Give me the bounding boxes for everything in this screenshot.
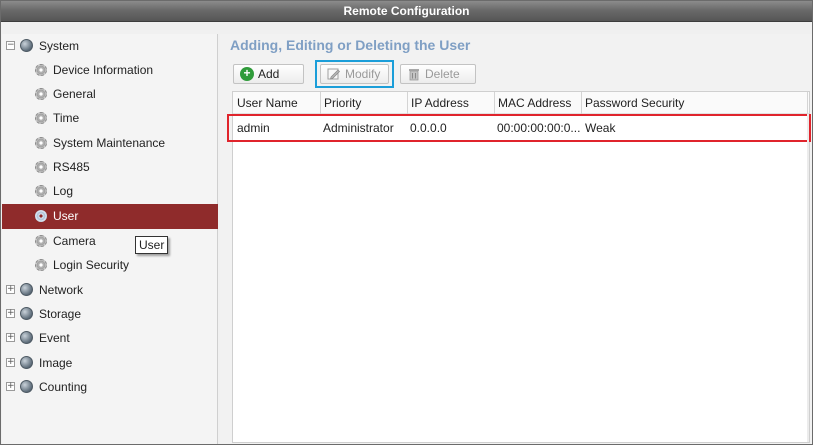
tree-item-storage[interactable]: + Storage xyxy=(2,303,218,325)
gear-icon xyxy=(35,88,47,100)
tree-item-log[interactable]: Log xyxy=(2,180,218,202)
gear-icon xyxy=(35,64,47,76)
tree-item-login-security[interactable]: Login Security xyxy=(2,254,218,276)
table-header: User Name Priority IP Address MAC Addres… xyxy=(233,92,809,114)
tree-item-label: Storage xyxy=(39,307,82,321)
table-row[interactable]: admin Administrator 0.0.0.0 00:00:00:00:… xyxy=(233,117,809,139)
tree-item-rs485[interactable]: RS485 xyxy=(2,156,218,178)
globe-icon xyxy=(20,283,33,296)
user-tooltip: User xyxy=(135,236,169,254)
tree-item-system[interactable]: − System xyxy=(2,35,218,57)
tree-item-label: User xyxy=(53,209,79,223)
tree-item-label: Camera xyxy=(53,234,96,248)
tree-item-user[interactable]: User xyxy=(2,204,218,229)
collapse-icon[interactable]: − xyxy=(6,41,15,50)
tree-item-label: RS485 xyxy=(53,160,90,174)
tree-item-event[interactable]: + Event xyxy=(2,327,218,349)
page-title: Adding, Editing or Deleting the User xyxy=(230,37,471,53)
tree-item-label: Device Information xyxy=(53,63,154,77)
tree-item-counting[interactable]: + Counting xyxy=(2,376,218,398)
cell-user-name: admin xyxy=(237,121,270,135)
delete-button-label: Delete xyxy=(425,67,460,81)
tree-item-label: Time xyxy=(53,111,80,125)
tree-item-label: Image xyxy=(39,356,73,370)
expand-icon[interactable]: + xyxy=(6,382,15,391)
gear-icon xyxy=(35,112,47,124)
config-sidebar: − System Device Information General Time… xyxy=(2,34,218,444)
tree-item-camera[interactable]: Camera xyxy=(2,230,218,252)
tree-item-label: System xyxy=(39,39,80,53)
globe-icon xyxy=(20,356,33,369)
expand-icon[interactable]: + xyxy=(6,309,15,318)
delete-button[interactable]: Delete xyxy=(400,64,476,84)
globe-icon xyxy=(20,39,33,52)
globe-icon xyxy=(20,307,33,320)
table-scrollbar-track[interactable] xyxy=(807,114,809,442)
tree-item-image[interactable]: + Image xyxy=(2,352,218,374)
user-table: User Name Priority IP Address MAC Addres… xyxy=(227,91,811,443)
cell-priority: Administrator xyxy=(323,121,394,135)
tree-item-device-information[interactable]: Device Information xyxy=(2,59,218,81)
cell-ip-address: 0.0.0.0 xyxy=(410,121,447,135)
tree-item-label: Network xyxy=(39,283,84,297)
gear-icon xyxy=(35,235,47,247)
tree-item-network[interactable]: + Network xyxy=(2,279,218,301)
column-header-password-security[interactable]: Password Security xyxy=(581,92,684,114)
tree-item-label: System Maintenance xyxy=(53,136,166,150)
tree-item-label: Login Security xyxy=(53,258,130,272)
globe-icon xyxy=(20,331,33,344)
modify-button-label: Modify xyxy=(345,67,381,81)
gear-icon xyxy=(35,185,47,197)
tree-item-label: Counting xyxy=(39,380,88,394)
gear-icon xyxy=(35,161,47,173)
column-header-ip-address[interactable]: IP Address xyxy=(407,92,469,114)
trash-icon xyxy=(407,67,421,81)
column-header-separator xyxy=(807,92,811,114)
column-header-priority[interactable]: Priority xyxy=(320,92,361,114)
tree-item-label: General xyxy=(53,87,96,101)
gear-icon xyxy=(35,210,47,222)
expand-icon[interactable]: + xyxy=(6,358,15,367)
expand-icon[interactable]: + xyxy=(6,333,15,342)
main-panel: Adding, Editing or Deleting the User + A… xyxy=(220,34,812,444)
add-button-label: Add xyxy=(258,67,280,81)
tree-item-time[interactable]: Time xyxy=(2,107,218,129)
tree-item-label: Log xyxy=(53,184,74,198)
cell-mac-address: 00:00:00:00:0... xyxy=(497,121,581,135)
remote-configuration-window: Remote Configuration − System Device Inf… xyxy=(0,0,813,445)
gear-icon xyxy=(35,137,47,149)
expand-icon[interactable]: + xyxy=(6,285,15,294)
tree-item-system-maintenance[interactable]: System Maintenance xyxy=(2,132,218,154)
tree-item-label: Event xyxy=(39,331,70,345)
column-header-user-name[interactable]: User Name xyxy=(237,92,298,114)
tree-item-general[interactable]: General xyxy=(2,83,218,105)
add-icon: + xyxy=(240,67,254,81)
globe-icon xyxy=(20,380,33,393)
cell-password-security: Weak xyxy=(585,121,616,135)
window-title: Remote Configuration xyxy=(1,1,812,22)
pencil-icon xyxy=(327,67,341,81)
column-header-mac-address[interactable]: MAC Address xyxy=(494,92,571,114)
gear-icon xyxy=(35,259,47,271)
add-button[interactable]: + Add xyxy=(233,64,304,84)
modify-button[interactable]: Modify xyxy=(320,64,389,84)
